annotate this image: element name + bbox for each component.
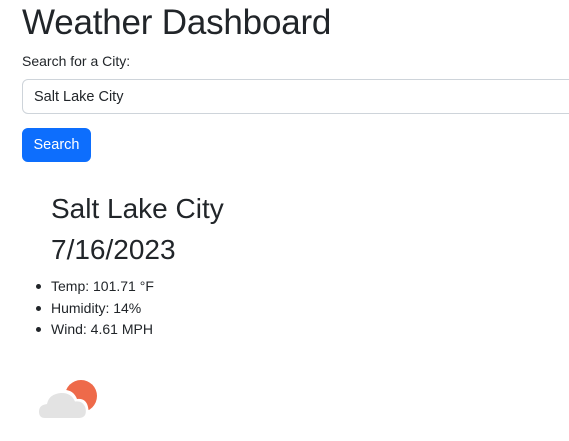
city-search-input[interactable] xyxy=(22,79,569,114)
partly-cloudy-night-icon xyxy=(36,380,97,420)
temperature-stat: Temp: 101.71 °F xyxy=(36,276,154,298)
forecast-date: 7/16/2023 xyxy=(51,234,176,265)
search-button[interactable]: Search xyxy=(22,128,91,162)
forecast-stats-list: Temp: 101.71 °F Humidity: 14% Wind: 4.61… xyxy=(36,276,154,341)
forecast-city-name: Salt Lake City xyxy=(51,193,224,224)
page-title: Weather Dashboard xyxy=(22,3,332,42)
wind-stat: Wind: 4.61 MPH xyxy=(36,319,154,341)
search-label: Search for a City: xyxy=(22,53,131,69)
humidity-stat: Humidity: 14% xyxy=(36,298,154,320)
